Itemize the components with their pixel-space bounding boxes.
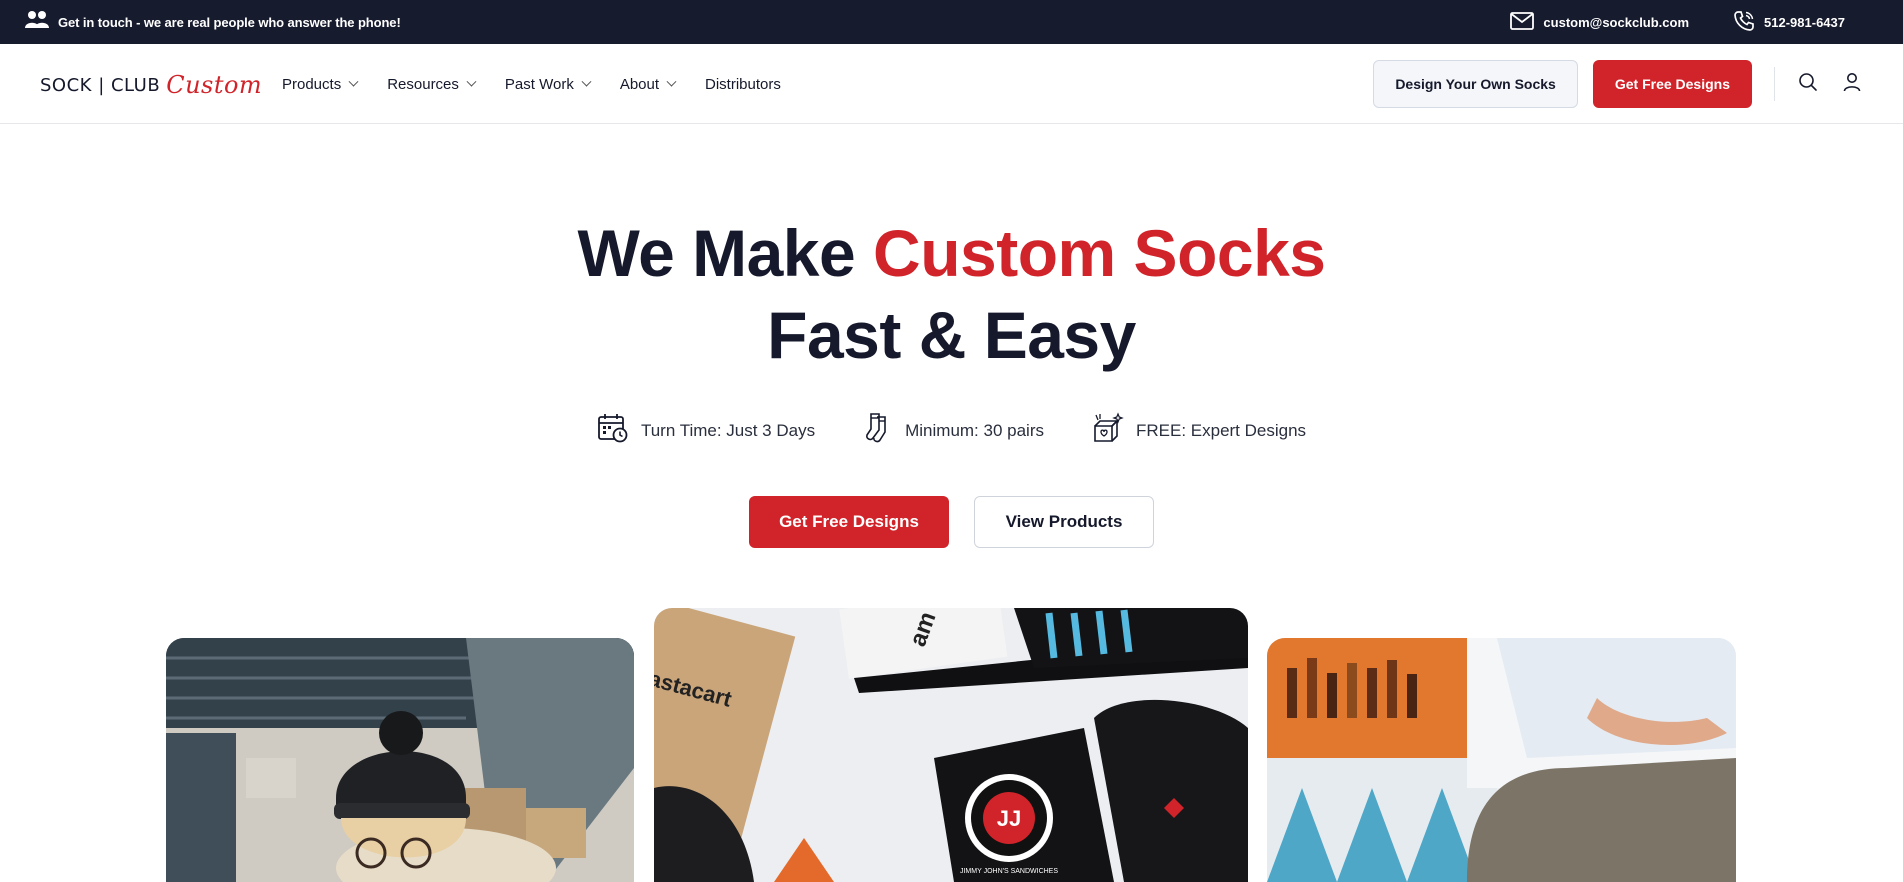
feature-minimum: Minimum: 30 pairs — [863, 412, 1044, 449]
hero-headline: We Make Custom Socks Fast & Easy — [0, 212, 1903, 376]
logo-ring-text: JIMMY JOHN'S SANDWICHES — [960, 868, 1058, 875]
header-actions: Design Your Own Socks Get Free Designs — [1373, 44, 1863, 124]
top-bar-message-group: Get in touch - we are real people who an… — [25, 0, 401, 44]
chevron-down-icon — [666, 76, 677, 87]
main-header: SOCK | CLUB Custom Products Resources Pa… — [0, 44, 1903, 124]
chevron-down-icon — [581, 76, 592, 87]
nav-item-about[interactable]: About — [619, 75, 677, 93]
nav-item-resources[interactable]: Resources — [387, 75, 477, 93]
gallery-photo-middle: astacart am JJ JIMMY JOHN'S SANDWICHES — [654, 608, 1248, 882]
gallery-photo-left — [166, 638, 634, 882]
design-box-icon — [1092, 412, 1124, 449]
gallery-photo-right — [1267, 638, 1736, 882]
account-button[interactable] — [1841, 72, 1863, 97]
nav-item-label: About — [619, 75, 660, 93]
feature-expert-designs: FREE: Expert Designs — [1092, 412, 1306, 449]
nav-item-label: Products — [282, 75, 342, 93]
email-link[interactable]: custom@sockclub.com — [1510, 11, 1690, 33]
chevron-down-icon — [466, 76, 477, 87]
people-icon — [25, 10, 49, 35]
hero-features: Turn Time: Just 3 Days Minimum: 30 pairs… — [0, 412, 1903, 449]
top-bar: Get in touch - we are real people who an… — [0, 0, 1903, 44]
photo-seated-person-illustration — [1267, 638, 1736, 882]
top-bar-message: Get in touch - we are real people who an… — [58, 14, 401, 30]
header-divider — [1774, 67, 1775, 101]
design-your-own-button[interactable]: Design Your Own Socks — [1373, 60, 1578, 108]
phone-icon — [1733, 10, 1755, 35]
nav-item-products[interactable]: Products — [282, 75, 359, 93]
main-nav: Products Resources Past Work About Distr… — [282, 44, 811, 124]
logo[interactable]: SOCK | CLUB Custom — [40, 68, 262, 102]
view-products-button[interactable]: View Products — [974, 496, 1154, 548]
phone-text: 512-981-6437 — [1764, 14, 1845, 30]
photo-person-beanie-illustration — [166, 638, 634, 882]
logo-wordmark: SOCK | CLUB — [40, 74, 161, 96]
nav-item-label: Distributors — [705, 75, 781, 93]
feature-label: FREE: Expert Designs — [1135, 420, 1307, 440]
nav-item-label: Resources — [387, 75, 459, 93]
search-icon — [1798, 72, 1818, 97]
calendar-clock-icon — [597, 412, 629, 449]
phone-link[interactable]: 512-981-6437 — [1733, 10, 1845, 35]
logo-script: Custom — [166, 71, 263, 99]
chevron-down-icon — [348, 76, 359, 87]
hero-headline-plain: We Make — [577, 216, 874, 290]
feature-label: Turn Time: Just 3 Days — [640, 420, 816, 440]
logo-letters-jj: JJ — [997, 806, 1021, 831]
get-free-designs-header-button[interactable]: Get Free Designs — [1592, 60, 1752, 108]
email-text: custom@sockclub.com — [1543, 14, 1690, 30]
hero-cta-row: Get Free Designs View Products — [0, 496, 1903, 548]
feature-label: Minimum: 30 pairs — [905, 420, 1044, 440]
user-icon — [1842, 72, 1862, 97]
feature-turn-time: Turn Time: Just 3 Days — [597, 412, 815, 449]
socks-icon — [863, 412, 893, 449]
hero-headline-line2: Fast & Easy — [767, 298, 1136, 372]
nav-item-label: Past Work — [504, 75, 574, 93]
photo-branded-socks-illustration: astacart am JJ JIMMY JOHN'S SANDWICHES — [654, 608, 1248, 882]
get-free-designs-button[interactable]: Get Free Designs — [749, 496, 949, 548]
envelope-icon — [1510, 11, 1535, 33]
hero-headline-accent: Custom Socks — [873, 216, 1326, 290]
nav-item-distributors[interactable]: Distributors — [705, 76, 781, 93]
search-button[interactable] — [1797, 72, 1819, 97]
nav-item-past-work[interactable]: Past Work — [504, 75, 592, 93]
